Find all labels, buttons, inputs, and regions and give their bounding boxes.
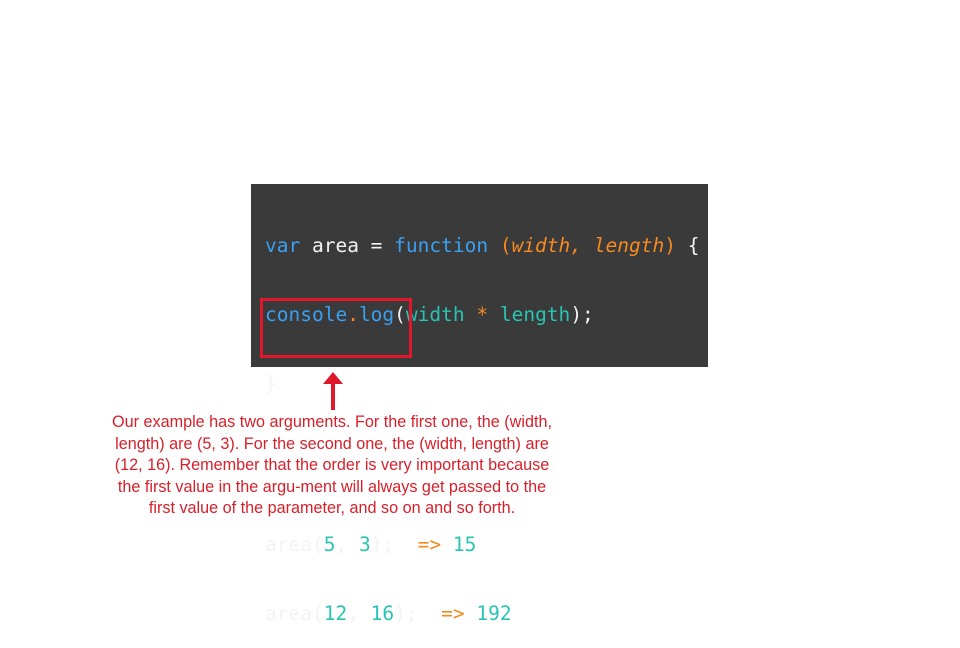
- param-length: length: [593, 234, 665, 257]
- call1-end: );: [370, 533, 395, 556]
- call2-arg-a: 12: [323, 602, 348, 625]
- multiply-operator: *: [464, 303, 500, 326]
- call1-arg-a: 5: [323, 533, 336, 556]
- call1-arg-b: 3: [358, 533, 371, 556]
- param-separator: ,: [570, 234, 594, 257]
- close-brace: }: [265, 372, 277, 395]
- code-line-function-declaration: var area = function (width, length) {: [265, 234, 708, 257]
- call1-sep: ,: [335, 533, 359, 556]
- call2-result-arrow: =>: [441, 602, 465, 625]
- call1-gap: [394, 533, 417, 556]
- params-close-paren: ): [664, 234, 676, 257]
- arg-width: width: [405, 303, 465, 326]
- log-close: );: [570, 303, 594, 326]
- call2-arg-b: 16: [370, 602, 395, 625]
- keyword-function: function: [394, 234, 489, 257]
- keyword-var: var: [265, 234, 301, 257]
- explanation-caption: Our example has two arguments. For the f…: [112, 413, 552, 518]
- call2-end: );: [394, 602, 418, 625]
- call1-fn: area(: [265, 533, 324, 556]
- call2-gap: [418, 602, 441, 625]
- call2-result: 192: [464, 602, 512, 625]
- call2-sep: ,: [347, 602, 371, 625]
- code-line-call-1: area(5, 3); => 15: [265, 533, 708, 556]
- call1-result: 15: [441, 533, 477, 556]
- calls-highlight-box: [260, 298, 412, 358]
- code-line-call-2: area(12, 16); => 192: [265, 602, 708, 625]
- call1-result-arrow: =>: [417, 533, 442, 556]
- arg-length: length: [499, 303, 571, 326]
- up-arrow-icon: [323, 372, 343, 410]
- variable-name: area =: [300, 234, 395, 257]
- call2-fn: area(: [265, 602, 324, 625]
- open-brace: {: [675, 234, 700, 257]
- param-width: width: [511, 234, 571, 257]
- params-open-paren: (: [488, 234, 512, 257]
